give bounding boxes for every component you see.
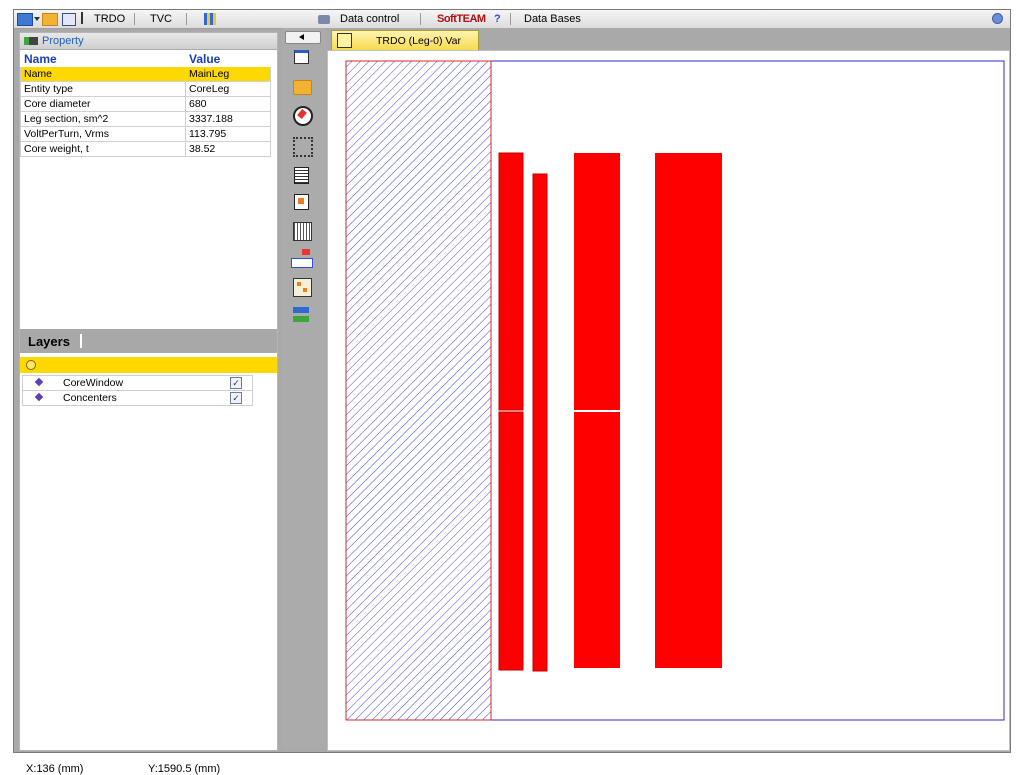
property-value[interactable]: 38.52 <box>184 141 272 157</box>
property-row[interactable]: Entity type CoreLeg <box>20 81 272 97</box>
axis-frame-icon <box>291 258 313 268</box>
layer-item[interactable]: CoreWindow ✓ <box>22 375 253 391</box>
image-icon[interactable] <box>17 13 33 26</box>
property-row[interactable]: Name MainLeg <box>20 66 272 82</box>
property-value[interactable]: 680 <box>184 96 272 112</box>
left-panel: Property Name Value Name MainLeg Entity … <box>19 32 278 775</box>
property-grid-header: Name Value <box>20 51 272 67</box>
property-name: Entity type <box>20 81 186 97</box>
folder-shape-icon <box>293 80 312 95</box>
save-icon[interactable] <box>62 13 76 26</box>
trdo-button[interactable]: TRDO <box>94 11 125 27</box>
toolbar-separator <box>134 13 135 25</box>
tvc-button[interactable]: TVC <box>150 11 172 27</box>
property-name: Core weight, t <box>20 141 186 157</box>
property-value[interactable]: CoreLeg <box>184 81 272 97</box>
window-icon[interactable] <box>285 48 315 72</box>
property-value[interactable]: 113.795 <box>184 126 272 142</box>
property-grid-icon <box>24 37 38 45</box>
swap-lower-icon <box>293 316 309 322</box>
layer-visible-checkbox[interactable]: ✓ <box>230 377 242 389</box>
property-grid: Name Value Name MainLeg Entity type Core… <box>20 51 272 157</box>
property-row[interactable]: Core weight, t 38.52 <box>20 141 272 157</box>
open-folder-icon[interactable] <box>42 13 58 26</box>
layer-visible-checkbox[interactable]: ✓ <box>230 392 242 404</box>
layers-header-divider <box>80 334 82 348</box>
navigate-icon[interactable] <box>285 104 315 128</box>
zoom-object-icon[interactable] <box>285 191 315 215</box>
softteam-logo: SoftTEAM <box>437 13 486 25</box>
data-control-icon <box>318 15 330 24</box>
property-row[interactable]: Leg section, sm^2 3337.188 <box>20 111 272 127</box>
dropdown-arrow-icon[interactable] <box>34 17 40 21</box>
axis-xy-icon[interactable] <box>285 248 315 272</box>
zoom-extents-box-icon <box>294 167 309 184</box>
column-header-value: Value <box>184 51 272 67</box>
layers-header: Layers <box>20 329 277 353</box>
property-header: Property <box>20 33 277 50</box>
window-frame-icon <box>294 50 309 64</box>
open-folder-icon[interactable] <box>285 76 315 100</box>
drawing-svg[interactable] <box>328 51 1009 750</box>
zoom-region-icon[interactable] <box>285 134 315 158</box>
layout-dot-icon <box>303 288 307 292</box>
axis-flag-icon <box>302 249 310 255</box>
app-window: TRDO TVC Data control SoftTEAM ? Data Ba… <box>13 9 1011 775</box>
layers-group-bar[interactable] <box>20 357 277 373</box>
document-tab-bar: TRDO (Leg-0) Var <box>327 28 1010 51</box>
toolbar-separator <box>510 13 511 25</box>
zoom-object-center-icon <box>298 198 304 204</box>
help-button[interactable]: ? <box>494 11 501 27</box>
layer-item[interactable]: Concenters ✓ <box>22 390 253 406</box>
column-header-name: Name <box>20 51 186 67</box>
property-row[interactable]: VoltPerTurn, Vrms 113.795 <box>20 126 272 142</box>
swap-upper-icon <box>293 307 309 313</box>
layer-name: CoreWindow <box>63 377 124 389</box>
arrow-left-icon <box>299 34 304 40</box>
property-value[interactable]: MainLeg <box>184 66 272 82</box>
property-value[interactable]: 3337.188 <box>184 111 272 127</box>
data-control-button[interactable]: Data control <box>340 11 399 27</box>
grid-pattern-icon <box>293 222 312 241</box>
grid-icon[interactable] <box>285 220 315 244</box>
tab-label: TRDO (Leg-0) Var <box>376 35 461 47</box>
status-y: Y:1590.5 (mm) <box>148 763 221 775</box>
zoom-extents-icon[interactable] <box>285 164 315 188</box>
property-name: Name <box>20 66 186 82</box>
collapse-icon[interactable] <box>992 13 1003 24</box>
winding-1-upper[interactable] <box>498 152 524 411</box>
bar-grid-icon[interactable] <box>204 13 216 25</box>
winding-1-lower[interactable] <box>498 411 524 671</box>
collapse-panel-button[interactable] <box>285 31 321 44</box>
swap-icon[interactable] <box>285 304 315 328</box>
property-name: VoltPerTurn, Vrms <box>20 126 186 142</box>
toolbar-separator <box>186 13 187 25</box>
zoom-frame-icon <box>293 137 313 157</box>
bracket-icon <box>78 12 83 24</box>
property-name: Core diameter <box>20 96 186 112</box>
top-toolbar: TRDO TVC Data control SoftTEAM ? Data Ba… <box>14 10 1010 29</box>
winding-3-lower[interactable] <box>574 412 620 668</box>
drawing-canvas[interactable] <box>327 50 1010 751</box>
property-name: Leg section, sm^2 <box>20 111 186 127</box>
core-leg[interactable] <box>345 60 492 721</box>
tab-trdo-leg[interactable]: TRDO (Leg-0) Var <box>331 30 479 51</box>
layer-name: Concenters <box>63 392 117 404</box>
status-x: X:136 (mm) <box>26 763 84 775</box>
winding-2[interactable] <box>532 173 548 672</box>
winding-4[interactable] <box>655 153 722 668</box>
data-bases-button[interactable]: Data Bases <box>524 11 581 27</box>
layer-diamond-icon <box>34 377 44 387</box>
property-row[interactable]: Core diameter 680 <box>20 96 272 112</box>
layout-icon[interactable] <box>285 276 315 300</box>
book-icon <box>337 33 352 48</box>
property-title: Property <box>42 35 84 47</box>
layer-diamond-icon <box>34 392 44 402</box>
collapse-group-icon[interactable] <box>26 360 36 370</box>
layout-dot-icon <box>297 282 301 286</box>
toolbar-separator <box>420 13 421 25</box>
vertical-toolbar <box>282 28 326 749</box>
layers-title: Layers <box>28 334 70 349</box>
winding-3-upper[interactable] <box>574 153 620 410</box>
